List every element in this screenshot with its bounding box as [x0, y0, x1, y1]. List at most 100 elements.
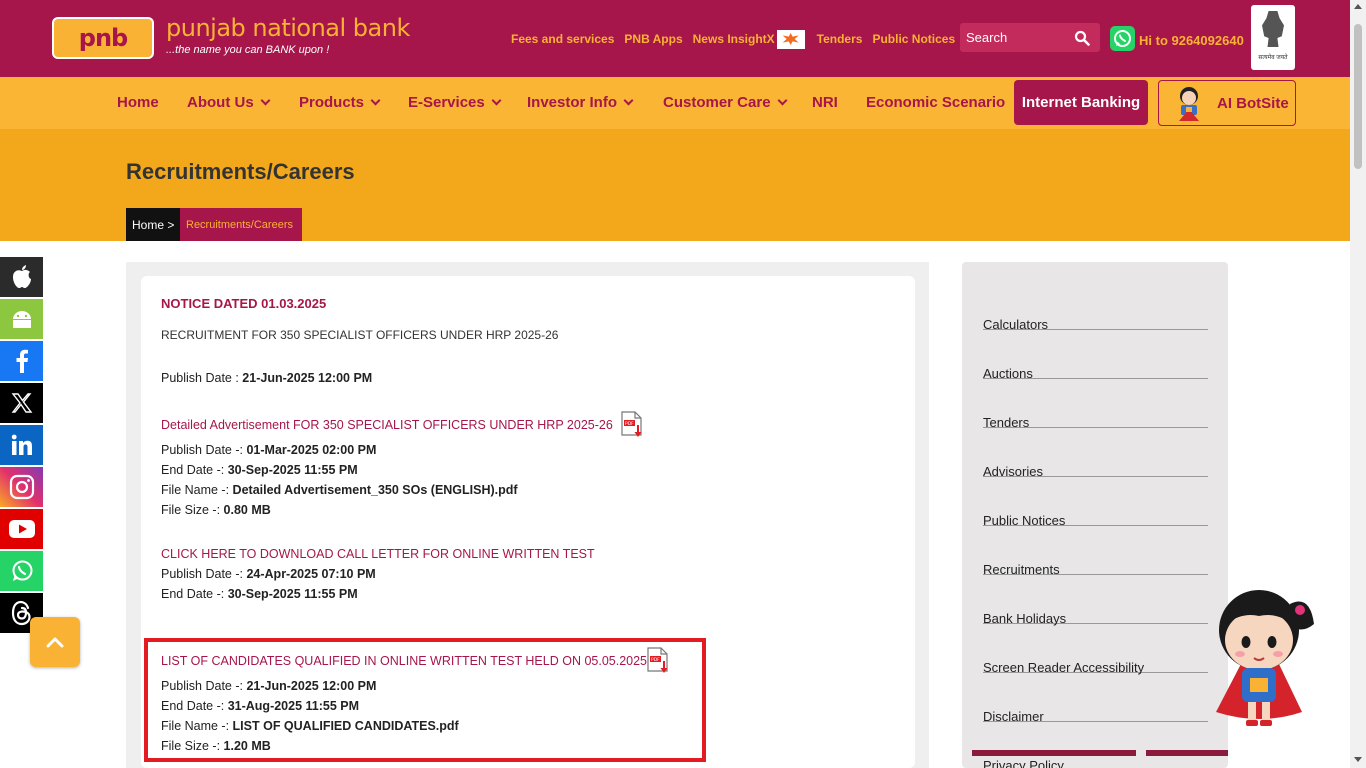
fees-and-services-link[interactable]: Fees and services	[511, 32, 614, 51]
youtube-icon[interactable]	[0, 509, 43, 549]
publish-value: 21-Jun-2025 12:00 PM	[242, 371, 373, 385]
search-input[interactable]	[960, 23, 1068, 52]
top-header: pnb punjab national bank ...the name you…	[0, 0, 1350, 77]
tenders-link[interactable]: Tenders	[817, 32, 863, 51]
sidebar-item-public-notices[interactable]: Public Notices	[983, 477, 1208, 528]
emblem-icon	[1262, 11, 1284, 47]
svg-text:PDF: PDF	[651, 657, 660, 663]
footer-strip	[972, 750, 1136, 756]
nav-nri[interactable]: NRI	[812, 94, 838, 111]
whatsapp-social-icon[interactable]	[0, 551, 43, 591]
nav-e-services[interactable]: E-Services	[408, 94, 502, 111]
apple-icon[interactable]	[0, 257, 43, 297]
pnb-apps-link[interactable]: PNB Apps	[624, 32, 682, 51]
nav-products[interactable]: Products	[299, 94, 381, 111]
emblem-caption: सत्यमेव जयते	[1258, 55, 1288, 61]
nav-label: Products	[299, 94, 365, 111]
entry-end-date: End Date -: 31-Aug-2025 11:55 PM	[161, 699, 359, 713]
android-icon[interactable]	[0, 299, 43, 339]
nav-customer-care[interactable]: Customer Care	[663, 94, 787, 111]
nav-label: NRI	[812, 94, 838, 111]
sidebar-item-recruitments[interactable]: Recruitments	[983, 526, 1208, 577]
file-label: File Name -:	[161, 719, 233, 733]
whatsapp-number[interactable]: Hi to 9264092640	[1139, 33, 1244, 48]
file-value: Detailed Advertisement_350 SOs (ENGLISH)…	[232, 483, 518, 497]
call-letter-download-link[interactable]: CLICK HERE TO DOWNLOAD CALL LETTER FOR O…	[161, 547, 595, 561]
file-label: File Name -:	[161, 483, 233, 497]
entry-publish-date: Publish Date -: 21-Jun-2025 12:00 PM	[161, 679, 376, 693]
brand-name: punjab national bank	[166, 14, 410, 42]
nav-investor-info[interactable]: Investor Info	[527, 94, 634, 111]
linkedin-icon[interactable]	[0, 425, 43, 465]
entry-publish-date: Publish Date -: 01-Mar-2025 02:00 PM	[161, 443, 376, 457]
back-to-top-button[interactable]	[30, 617, 80, 667]
sidebar-item-auctions[interactable]: Auctions	[983, 330, 1208, 381]
ai-botsite-button[interactable]: AI BotSite	[1158, 80, 1296, 126]
chevron-down-icon	[777, 95, 787, 106]
end-label: End Date -:	[161, 699, 228, 713]
breadcrumb-current: Recruitments/Careers	[180, 208, 302, 241]
size-value: 1.20 MB	[223, 739, 271, 753]
end-value: 30-Sep-2025 11:55 PM	[227, 463, 358, 477]
scroll-down-arrow-icon[interactable]	[1354, 757, 1362, 762]
nav-about-us[interactable]: About Us	[187, 94, 271, 111]
nav-label: Investor Info	[527, 94, 618, 111]
publish-label: Publish Date -:	[161, 567, 247, 581]
facebook-icon[interactable]	[0, 341, 43, 381]
sidebar-item-calculators[interactable]: Calculators	[983, 281, 1208, 332]
search-icon[interactable]	[1074, 30, 1090, 46]
sidebar-item-label: Privacy Policy	[983, 758, 1064, 768]
main-nav: Home About Us Products E-Services Invest…	[0, 77, 1350, 129]
chevron-down-icon	[623, 95, 634, 106]
publish-label: Publish Date :	[161, 371, 243, 385]
sidebar-item-disclaimer[interactable]: Disclaimer	[983, 673, 1208, 724]
nav-label: Customer Care	[663, 94, 771, 111]
ai-bot-icon	[1179, 87, 1199, 121]
top-links: Fees and services PNB Apps News InsightX…	[511, 30, 955, 51]
entry-file-name: File Name -: Detailed Advertisement_350 …	[161, 483, 518, 497]
page-title: Recruitments/Careers	[126, 159, 355, 184]
end-label: End Date -:	[161, 463, 228, 477]
nav-home[interactable]: Home	[117, 94, 159, 111]
instagram-icon[interactable]	[0, 467, 43, 507]
publish-value: 21-Jun-2025 12:00 PM	[246, 679, 377, 693]
entry-end-date: End Date -: 30-Sep-2025 11:55 PM	[161, 587, 358, 601]
sidebar-item-screen-reader[interactable]: Screen Reader Accessibility	[983, 624, 1208, 675]
chevron-down-icon	[370, 95, 381, 106]
sidebar-item-privacy-policy[interactable]: Privacy Policy	[983, 722, 1208, 768]
notice-title: NOTICE DATED 01.03.2025	[161, 296, 327, 311]
breadcrumb-home[interactable]: Home >	[126, 208, 180, 241]
scrollbar-thumb[interactable]	[1354, 24, 1362, 169]
news-insightx-link[interactable]: News InsightX	[693, 32, 775, 51]
qualified-candidates-link[interactable]: LIST OF CANDIDATES QUALIFIED IN ONLINE W…	[161, 654, 647, 668]
nav-economic-scenario[interactable]: Economic Scenario	[866, 94, 1005, 111]
sidebar-item-bank-holidays[interactable]: Bank Holidays	[983, 575, 1208, 626]
pdf-download-icon[interactable]: PDF	[620, 411, 644, 439]
mascot-chatbot-icon[interactable]	[1202, 584, 1318, 734]
x-icon[interactable]	[0, 383, 43, 423]
end-value: 30-Sep-2025 11:55 PM	[227, 587, 358, 601]
whatsapp-icon[interactable]	[1110, 26, 1135, 51]
nav-label: Home	[117, 94, 159, 111]
publish-value: 24-Apr-2025 07:10 PM	[246, 567, 376, 581]
national-emblem: सत्यमेव जयते	[1251, 5, 1295, 70]
logo-mark: pnb	[78, 24, 128, 52]
public-notices-link[interactable]: Public Notices	[872, 32, 955, 51]
sidebar-item-tenders[interactable]: Tenders	[983, 379, 1208, 430]
svg-text:PDF: PDF	[625, 421, 634, 427]
file-value: LIST OF QUALIFIED CANDIDATES.pdf	[232, 719, 459, 733]
pdf-download-icon[interactable]: PDF	[646, 647, 670, 675]
chevron-up-icon	[46, 637, 64, 648]
sidebar-item-advisories[interactable]: Advisories	[983, 428, 1208, 479]
detailed-advertisement-link[interactable]: Detailed Advertisement FOR 350 SPECIALIS…	[161, 418, 613, 432]
size-value: 0.80 MB	[223, 503, 271, 517]
nav-label: E-Services	[408, 94, 485, 111]
scroll-up-arrow-icon[interactable]	[1354, 4, 1362, 9]
page-banner: Recruitments/Careers Home > Recruitments…	[0, 129, 1350, 241]
new-badge-icon	[776, 30, 805, 49]
size-label: File Size -:	[161, 503, 224, 517]
internet-banking-button[interactable]: Internet Banking	[1014, 80, 1148, 125]
publish-label: Publish Date -:	[161, 679, 247, 693]
pnb-logo[interactable]: pnb	[52, 17, 154, 59]
entry-file-size: File Size -: 1.20 MB	[161, 739, 271, 753]
